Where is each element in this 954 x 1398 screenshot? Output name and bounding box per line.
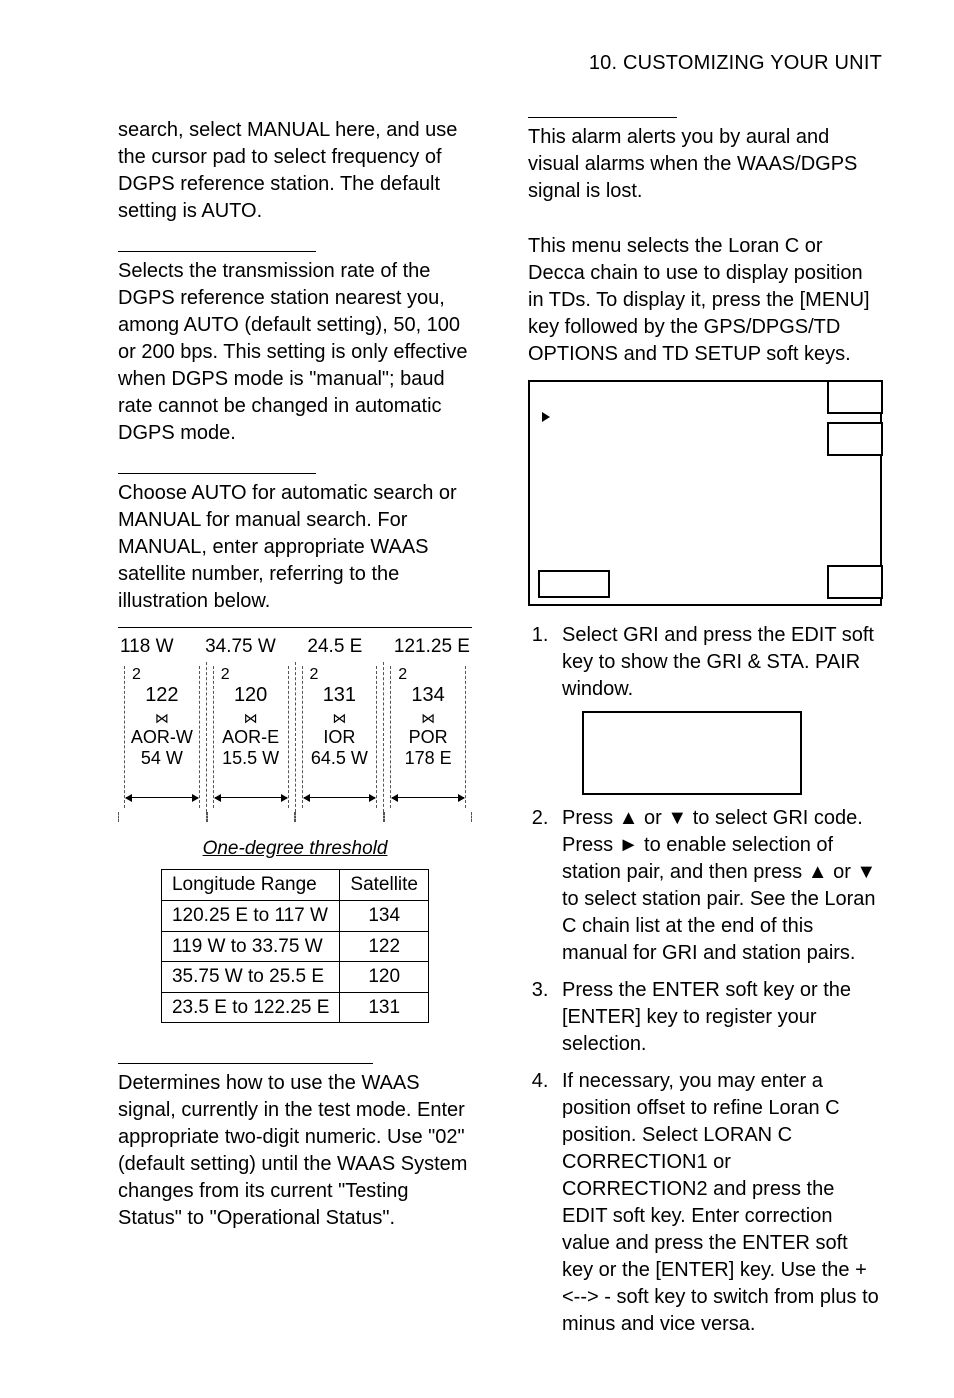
divider [118,1063,373,1064]
boundary-label: 34.75 W [205,634,276,660]
threshold-label: 2 [221,664,230,686]
cell: 120 [340,962,429,993]
divider [118,251,316,252]
table-row: 23.5 E to 122.25 E 131 [161,992,428,1023]
waas-search-body: Choose AUTO for automatic search or MANU… [118,480,472,615]
cell: 131 [340,992,429,1023]
cell: 122 [340,931,429,962]
td-setup-menu [528,380,882,606]
zone-aor-w: 2 122 ⋈ AOR-W 54 W [118,662,206,812]
section-header: 10. CUSTOMIZING YOUR UNIT [118,50,882,77]
boundary-label: 24.5 E [307,634,362,660]
baud-body: Selects the transmission rate of the DGP… [118,258,472,447]
divider [528,117,677,118]
table-row: 35.75 W to 25.5 E 120 [161,962,428,993]
alarm-body: This alarm alerts you by aural and visua… [528,124,882,205]
cell: 120.25 E to 117 W [161,900,339,931]
zone-por: 2 134 ⋈ POR 178 E [383,662,472,812]
satellite-table: Longitude Range Satellite 120.25 E to 11… [161,869,429,1023]
step-1: Select GRI and press the EDIT soft key t… [554,622,882,795]
loranc-steps: Select GRI and press the EDIT soft key t… [528,622,882,1338]
step-4: If necessary, you may enter a position o… [554,1068,882,1338]
cell: 23.5 E to 122.25 E [161,992,339,1023]
boundary-label: 121.25 E [394,634,470,660]
cell: 119 W to 33.75 W [161,931,339,962]
softkey[interactable] [827,565,883,599]
left-column: search, select MANUAL here, and use the … [118,117,472,1348]
gri-pair-window [582,711,802,795]
zone-ior: 2 131 ⋈ IOR 64.5 W [295,662,384,812]
table-row: 119 W to 33.75 W 122 [161,931,428,962]
td-body: This menu selects the Loran C or Decca c… [528,233,882,368]
intro-paragraph: search, select MANUAL here, and use the … [118,117,472,225]
cell: 134 [340,900,429,931]
table-row: 120.25 E to 117 W 134 [161,900,428,931]
cell: 35.75 W to 25.5 E [161,962,339,993]
step-text: Select GRI and press the EDIT soft key t… [562,624,874,700]
right-column: This alarm alerts you by aural and visua… [528,117,882,1348]
threshold-label: 2 [310,664,319,686]
diagram-caption: One-degree threshold [118,836,472,862]
col-header: Satellite [340,870,429,901]
step-3: Press the ENTER soft key or the [ENTER] … [554,977,882,1058]
divider [118,473,316,474]
zone-aor-e: 2 120 ⋈ AOR-E 15.5 W [206,662,295,812]
return-softkey[interactable] [538,570,610,598]
softkey[interactable] [827,422,883,456]
threshold-label: 2 [132,664,141,686]
waas-mode-body: Determines how to use the WAAS signal, c… [118,1070,472,1232]
col-header: Longitude Range [161,870,339,901]
step-2: Press ▲ or ▼ to select GRI code. Press ►… [554,805,882,967]
boundary-label: 118 W [120,634,174,660]
satellite-diagram: 118 W 34.75 W 24.5 E 121.25 E 2 122 ⋈ AO… [118,627,472,822]
threshold-label: 2 [398,664,407,686]
edit-softkey[interactable] [827,380,883,414]
